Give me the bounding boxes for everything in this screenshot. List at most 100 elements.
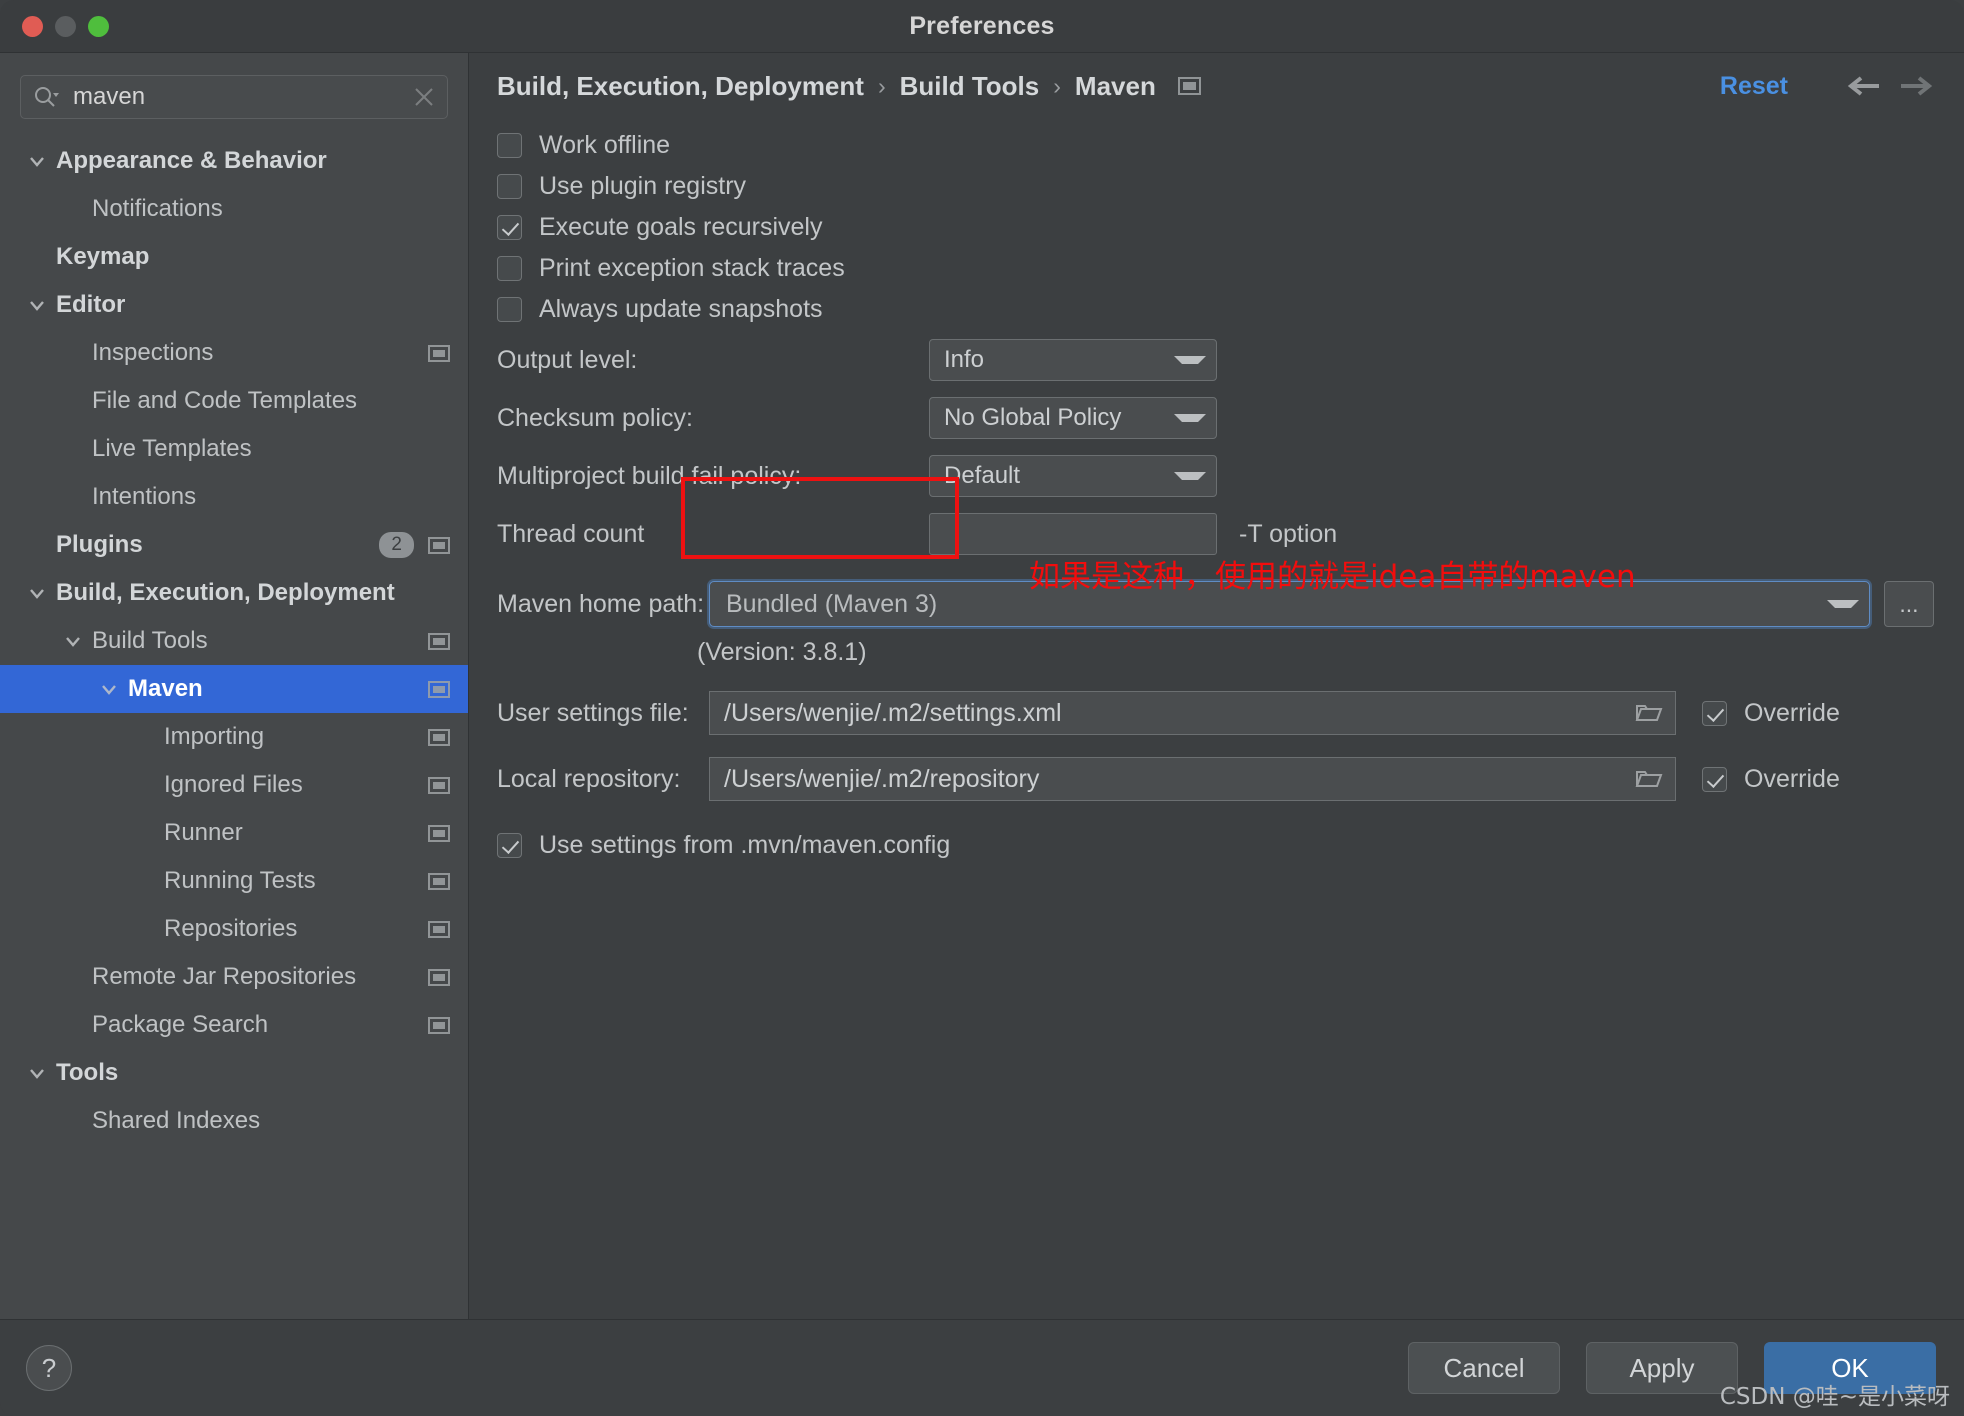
folder-icon[interactable]: [1635, 768, 1663, 790]
always-update-snapshots-label: Always update snapshots: [539, 295, 823, 323]
help-button[interactable]: ?: [26, 1345, 72, 1391]
work-offline-checkbox[interactable]: [497, 133, 522, 158]
sidebar-item-build-tools[interactable]: Build Tools: [0, 617, 468, 665]
preferences-window: Preferences maven Appearance & Behavior …: [0, 0, 1964, 1416]
sidebar-item-label: Ignored Files: [164, 771, 303, 798]
thread-count-suffix-note: -T option: [1239, 519, 1338, 548]
breadcrumb-item-1[interactable]: Build Tools: [900, 71, 1040, 102]
local-repository-input[interactable]: /Users/wenjie/.m2/repository: [709, 757, 1676, 801]
sidebar-item-importing[interactable]: Importing: [0, 713, 468, 761]
annotation-text: 如果是这种，使用的就是idea自带的maven: [1029, 559, 1636, 595]
project-scope-icon: [428, 536, 450, 554]
user-settings-file-override-checkbox[interactable]: [1702, 700, 1727, 726]
sidebar-item-tools[interactable]: Tools: [0, 1049, 468, 1097]
use-settings-from-maven-config-checkbox[interactable]: [497, 833, 522, 858]
local-repository-override[interactable]: Override: [1702, 765, 1934, 794]
local-repository-label: Local repository:: [497, 764, 681, 793]
user-settings-file-input[interactable]: /Users/wenjie/.m2/settings.xml: [709, 691, 1676, 735]
sidebar-item-shared-indexes[interactable]: Shared Indexes: [0, 1097, 468, 1145]
use-plugin-registry-row[interactable]: Use plugin registry: [497, 166, 1934, 207]
chevron-down-icon[interactable]: [26, 582, 48, 604]
chevron-down-icon[interactable]: [26, 1062, 48, 1084]
work-offline-row[interactable]: Work offline: [497, 125, 1934, 166]
user-settings-file-override[interactable]: Override: [1702, 699, 1934, 728]
checksum-policy-select[interactable]: No Global Policy: [929, 397, 1217, 439]
sidebar-item-repositories[interactable]: Repositories: [0, 905, 468, 953]
window-body: maven Appearance & Behavior Notifications…: [0, 53, 1964, 1319]
print-exception-stack-traces-checkbox[interactable]: [497, 256, 522, 281]
checksum-policy-label: Checksum policy:: [497, 403, 693, 432]
execute-goals-recursively-checkbox[interactable]: [497, 215, 522, 240]
chevron-down-icon[interactable]: [26, 294, 48, 316]
sidebar-item-label: Appearance & Behavior: [56, 147, 327, 174]
sidebar-item-label: Maven: [128, 675, 203, 702]
project-scope-icon: [428, 728, 450, 746]
search-input[interactable]: maven: [73, 83, 413, 111]
sidebar-item-appearance-behavior[interactable]: Appearance & Behavior: [0, 137, 468, 185]
use-settings-from-maven-config-row[interactable]: Use settings from .mvn/maven.config: [497, 825, 1934, 866]
output-level-value: Info: [944, 346, 985, 373]
sidebar-item-remote-jar-repositories[interactable]: Remote Jar Repositories: [0, 953, 468, 1001]
sidebar-item-label: Build, Execution, Deployment: [56, 579, 395, 606]
sidebar-item-running-tests[interactable]: Running Tests: [0, 857, 468, 905]
project-scope-icon: [428, 344, 450, 362]
maven-paths-list: User settings file: /Users/wenjie/.m2/set…: [497, 685, 1934, 807]
sidebar-item-intentions[interactable]: Intentions: [0, 473, 468, 521]
user-settings-file-value: /Users/wenjie/.m2/settings.xml: [724, 698, 1062, 727]
multiproject-build-fail-policy-label: Multiproject build fail policy:: [497, 461, 802, 490]
maven-home-path-label: Maven home path:: [497, 589, 705, 618]
chevron-down-icon[interactable]: [62, 630, 84, 652]
sidebar-item-inspections[interactable]: Inspections: [0, 329, 468, 377]
project-scope-icon: [428, 920, 450, 938]
output-level-select[interactable]: Info: [929, 339, 1217, 381]
folder-icon[interactable]: [1635, 702, 1663, 724]
print-exception-stack-traces-row[interactable]: Print exception stack traces: [497, 248, 1934, 289]
always-update-snapshots-checkbox[interactable]: [497, 297, 522, 322]
sidebar-item-editor[interactable]: Editor: [0, 281, 468, 329]
sidebar-item-plugins[interactable]: Plugins 2: [0, 521, 468, 569]
sidebar-item-ignored-files[interactable]: Ignored Files: [0, 761, 468, 809]
print-exception-stack-traces-label: Print exception stack traces: [539, 254, 845, 282]
sidebar-item-runner[interactable]: Runner: [0, 809, 468, 857]
use-settings-from-maven-config-label: Use settings from .mvn/maven.config: [539, 831, 951, 859]
sidebar-item-label: Shared Indexes: [92, 1107, 261, 1134]
multiproject-build-fail-policy-select[interactable]: Default: [929, 455, 1217, 497]
search-box[interactable]: maven: [20, 75, 448, 119]
sidebar-item-badge: 2: [379, 532, 414, 558]
arrow-right-icon[interactable]: [1896, 73, 1934, 99]
breadcrumb-item-2[interactable]: Maven: [1075, 71, 1156, 102]
cancel-button[interactable]: Cancel: [1408, 1342, 1560, 1394]
chevron-down-icon[interactable]: [98, 678, 120, 700]
sidebar-item-label: Running Tests: [164, 867, 316, 894]
sidebar-item-label: Build Tools: [92, 627, 208, 654]
settings-sidebar: maven Appearance & Behavior Notifications…: [0, 53, 469, 1319]
breadcrumb-item-0[interactable]: Build, Execution, Deployment: [497, 71, 864, 102]
sidebar-item-label: Notifications: [92, 195, 223, 222]
sidebar-item-notifications[interactable]: Notifications: [0, 185, 468, 233]
watermark: CSDN @哇~是小菜呀: [1719, 1384, 1950, 1410]
chevron-down-icon: [1174, 414, 1206, 422]
thread-count-input[interactable]: [929, 513, 1217, 555]
settings-content: Work offline Use plugin registry Execute g…: [469, 119, 1964, 1319]
arrow-left-icon[interactable]: [1846, 73, 1884, 99]
close-icon[interactable]: [413, 86, 435, 108]
sidebar-item-live-templates[interactable]: Live Templates: [0, 425, 468, 473]
execute-goals-recursively-row[interactable]: Execute goals recursively: [497, 207, 1934, 248]
use-plugin-registry-checkbox[interactable]: [497, 174, 522, 199]
sidebar-item-maven[interactable]: Maven: [0, 665, 468, 713]
multiproject-build-fail-policy-row: Multiproject build fail policy: Default: [497, 448, 1934, 504]
sidebar-item-file-and-code-templates[interactable]: File and Code Templates: [0, 377, 468, 425]
sidebar-item-package-search[interactable]: Package Search: [0, 1001, 468, 1049]
always-update-snapshots-row[interactable]: Always update snapshots: [497, 289, 1934, 330]
local-repository-override-checkbox[interactable]: [1702, 766, 1727, 792]
chevron-down-icon[interactable]: [26, 150, 48, 172]
sidebar-item-build-execution-deployment[interactable]: Build, Execution, Deployment: [0, 569, 468, 617]
sidebar-item-label: Tools: [56, 1059, 119, 1086]
sidebar-item-label: Live Templates: [92, 435, 252, 462]
maven-home-browse-button[interactable]: ...: [1884, 581, 1934, 627]
output-level-label: Output level:: [497, 345, 638, 374]
window-title: Preferences: [909, 11, 1055, 40]
apply-button[interactable]: Apply: [1586, 1342, 1738, 1394]
sidebar-item-keymap[interactable]: Keymap: [0, 233, 468, 281]
reset-button[interactable]: Reset: [1720, 72, 1788, 101]
